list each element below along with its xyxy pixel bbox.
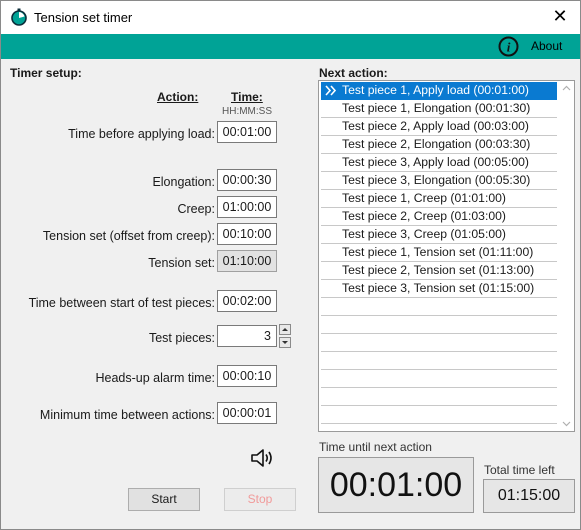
elongation-input[interactable]: 00:00:30	[217, 169, 277, 191]
next-action-item-label: Test piece 2, Apply load (00:03:00)	[342, 119, 529, 133]
next-action-item[interactable]: Test piece 3, Creep (01:05:00)	[321, 226, 557, 244]
label-tension-set-offset: Tension set (offset from creep):	[42, 229, 215, 243]
next-action-title: Next action:	[319, 66, 388, 80]
about-link[interactable]: About	[531, 39, 562, 53]
next-action-item-label: Test piece 3, Tension set (01:15:00)	[342, 281, 535, 295]
next-action-item-label: Test piece 2, Creep (01:03:00)	[342, 209, 506, 223]
start-button[interactable]: Start	[128, 488, 200, 511]
empty-list-row[interactable]	[321, 316, 557, 334]
list-scrollbar[interactable]	[559, 81, 574, 431]
close-icon[interactable]: ✕	[550, 6, 570, 26]
title-bar: Tension set timer ✕	[1, 1, 580, 34]
next-action-item[interactable]: Test piece 3, Elongation (00:05:30)	[321, 172, 557, 190]
next-action-item[interactable]: Test piece 3, Apply load (00:05:00)	[321, 154, 557, 172]
next-action-item-label: Test piece 1, Creep (01:01:00)	[342, 191, 506, 205]
label-tension-set: Tension set:	[148, 256, 215, 270]
time-before-load-input[interactable]: 00:01:00	[217, 121, 277, 143]
next-action-item-label: Test piece 1, Apply load (00:01:00)	[342, 83, 529, 97]
next-action-item-label: Test piece 2, Tension set (01:13:00)	[342, 263, 535, 277]
label-heads-up-alarm: Heads-up alarm time:	[95, 371, 216, 385]
next-action-item[interactable]: Test piece 2, Creep (01:03:00)	[321, 208, 557, 226]
label-time-before-load: Time before applying load:	[68, 127, 215, 141]
label-time-between-pieces: Time between start of test pieces:	[28, 296, 215, 310]
time-format-hint: HH:MM:SS	[222, 106, 272, 117]
next-action-item[interactable]: Test piece 1, Creep (01:01:00)	[321, 190, 557, 208]
tension-set-readonly-field: 01:10:00	[217, 250, 277, 272]
scroll-up-icon	[562, 85, 571, 91]
empty-list-row[interactable]	[321, 406, 557, 424]
stop-button: Stop	[224, 488, 296, 511]
total-time-display: 01:15:00	[483, 479, 575, 513]
test-pieces-input[interactable]: 3	[217, 325, 277, 347]
next-action-item[interactable]: Test piece 2, Apply load (00:03:00)	[321, 118, 557, 136]
speaker-icon[interactable]	[250, 447, 276, 469]
next-action-item-label: Test piece 3, Creep (01:05:00)	[342, 227, 506, 241]
svg-text:i: i	[507, 40, 511, 55]
time-between-pieces-input[interactable]: 00:02:00	[217, 290, 277, 312]
spin-up-icon	[282, 328, 288, 331]
next-action-item-label: Test piece 3, Apply load (00:05:00)	[342, 155, 529, 169]
next-action-item[interactable]: Test piece 1, Tension set (01:11:00)	[321, 244, 557, 262]
next-action-item[interactable]: Test piece 1, Apply load (00:01:00)	[321, 82, 557, 100]
total-time-label: Total time left	[484, 463, 555, 477]
next-action-item-label: Test piece 3, Elongation (00:05:30)	[342, 173, 531, 187]
creep-input[interactable]: 01:00:00	[217, 196, 277, 218]
scroll-down-icon	[562, 421, 571, 427]
label-test-pieces: Test pieces:	[148, 331, 215, 345]
next-action-item-label: Test piece 1, Elongation (00:01:30)	[342, 101, 531, 115]
heads-up-alarm-input[interactable]: 00:00:10	[217, 365, 277, 387]
next-action-list[interactable]: Test piece 1, Apply load (00:01:00) Test …	[318, 80, 575, 432]
next-action-item[interactable]: Test piece 1, Elongation (00:01:30)	[321, 100, 557, 118]
stopwatch-icon	[11, 8, 27, 26]
window-title: Tension set timer	[34, 10, 133, 25]
current-action-chevron-icon	[325, 85, 337, 96]
spin-up-button[interactable]	[279, 324, 291, 335]
minimum-time-input[interactable]: 00:00:01	[217, 402, 277, 424]
empty-list-row[interactable]	[321, 334, 557, 352]
next-action-item[interactable]: Test piece 3, Tension set (01:15:00)	[321, 280, 557, 298]
label-minimum-time: Minimum time between actions:	[39, 408, 215, 422]
label-creep: Creep:	[177, 202, 215, 216]
timer-setup-title: Timer setup:	[10, 66, 82, 80]
empty-list-row[interactable]	[321, 370, 557, 388]
spin-down-icon	[282, 341, 288, 344]
time-column-header: Time:	[231, 90, 263, 104]
info-icon[interactable]: i	[498, 36, 519, 57]
next-action-item[interactable]: Test piece 2, Tension set (01:13:00)	[321, 262, 557, 280]
next-action-item[interactable]: Test piece 2, Elongation (00:03:30)	[321, 136, 557, 154]
tension-set-offset-input[interactable]: 00:10:00	[217, 223, 277, 245]
spin-down-button[interactable]	[279, 337, 291, 348]
action-column-header: Action:	[157, 90, 199, 104]
next-action-item-label: Test piece 1, Tension set (01:11:00)	[342, 245, 534, 259]
time-until-display: 00:01:00	[318, 457, 474, 513]
empty-list-row[interactable]	[321, 298, 557, 316]
toolbar: i About	[1, 34, 580, 59]
empty-list-row[interactable]	[321, 352, 557, 370]
time-until-label: Time until next action	[319, 440, 432, 454]
label-elongation: Elongation:	[152, 175, 215, 189]
next-action-item-label: Test piece 2, Elongation (00:03:30)	[342, 137, 531, 151]
empty-list-row[interactable]	[321, 388, 557, 406]
